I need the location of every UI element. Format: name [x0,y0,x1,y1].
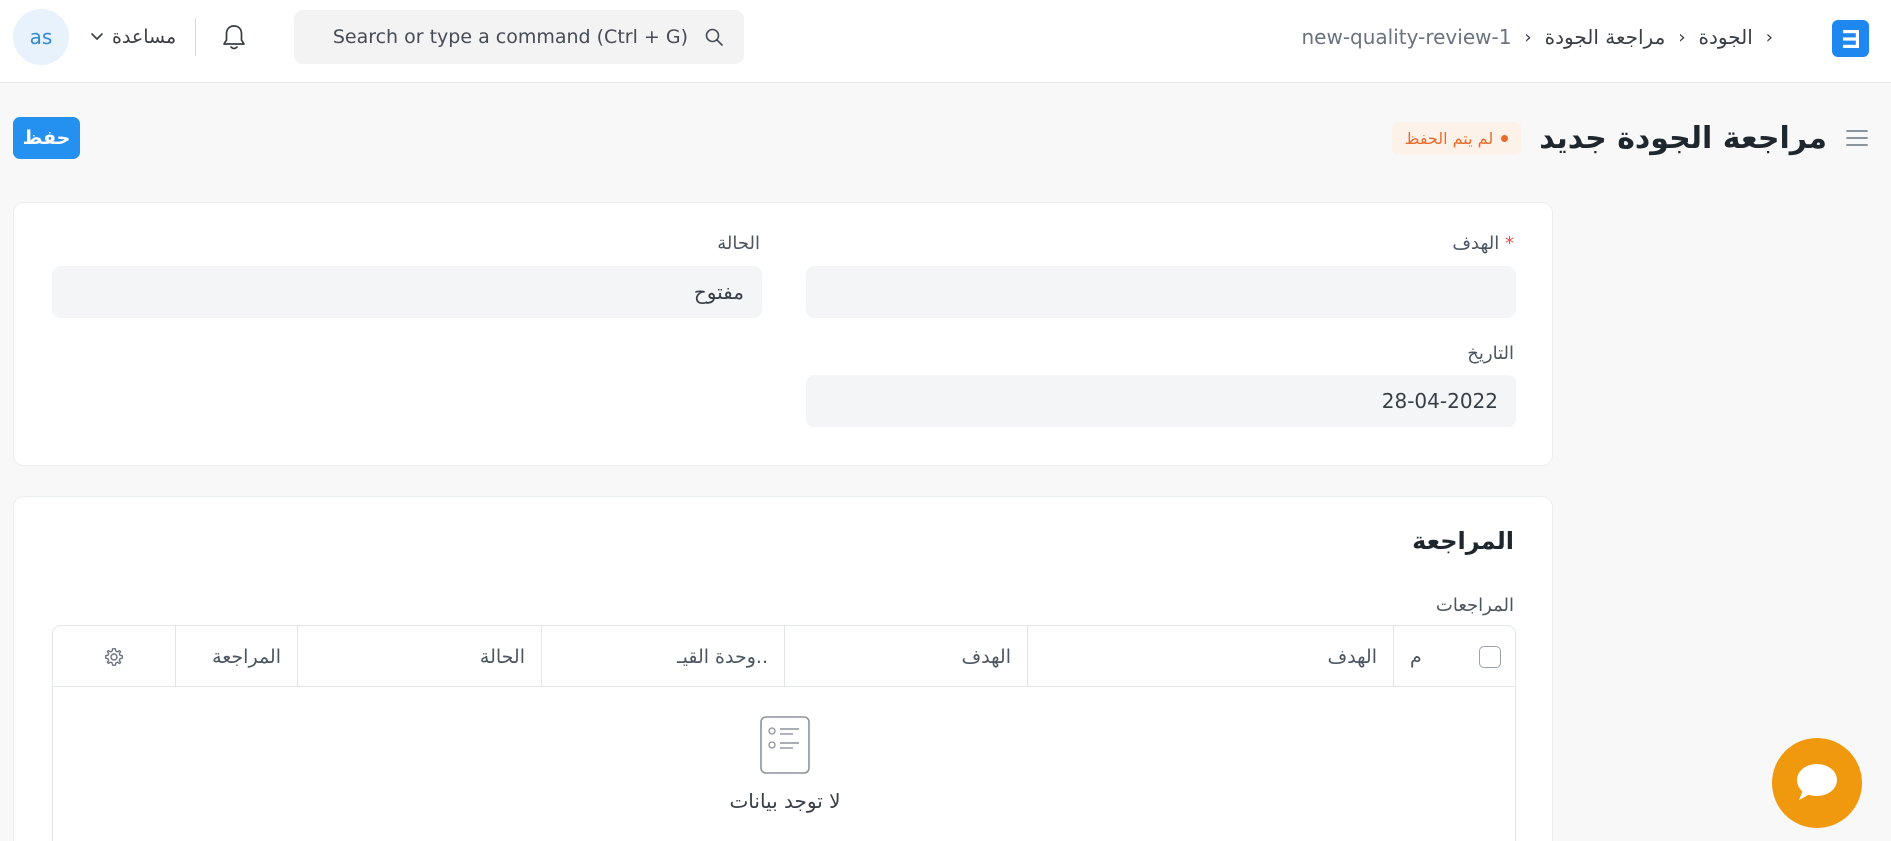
breadcrumb-chevron-icon: › [1678,26,1686,48]
column-header-status[interactable]: الحالة [297,626,541,687]
page-title: مراجعة الجودة جديد [1539,120,1827,156]
date-label: التاريخ [1467,343,1514,364]
status-badge: لم يتم الحفظ [1391,121,1522,155]
column-checkbox-index: م [1393,626,1515,687]
status-field[interactable]: مفتوح [52,266,762,318]
save-button[interactable]: حفظ [13,117,80,159]
column-header-index: م [1410,645,1422,668]
sidebar-toggle-icon[interactable] [1845,128,1869,148]
gear-icon[interactable] [104,647,124,667]
search-bar[interactable]: Search or type a command (Ctrl + G) [294,10,744,64]
reviews-table-label: المراجعات [1435,595,1514,616]
breadcrumb: › الجودة › مراجعة الجودة › new-quality-r… [1302,22,1787,52]
table-header: م الهدف الهدف وحدة القيـ.. الحالة المراج… [53,626,1515,687]
section-title-review: المراجعة [1412,527,1514,555]
column-header-goal-1[interactable]: الهدف [1027,626,1393,687]
search-input[interactable]: Search or type a command (Ctrl + G) [333,26,688,48]
chevron-down-icon [91,33,103,40]
notification-bell-icon[interactable] [220,22,248,52]
user-avatar[interactable]: as [13,9,69,65]
chat-widget-button[interactable] [1772,738,1862,828]
breadcrumb-chevron-icon: › [1765,26,1773,48]
empty-list-icon [760,716,810,774]
goal-label: الهدف * [1452,233,1514,254]
status-badge-text: لم يتم الحفظ [1404,128,1494,148]
empty-state-text: لا توجد بيانات [729,789,841,813]
column-settings [53,626,175,687]
reviews-table: م الهدف الهدف وحدة القيـ.. الحالة المراج… [52,625,1516,841]
navbar: › الجودة › مراجعة الجودة › new-quality-r… [0,0,1891,83]
goal-field[interactable] [806,266,1516,318]
date-field[interactable]: 28-04-2022 [806,375,1516,427]
column-header-goal-2[interactable]: الهدف [784,626,1027,687]
erpnext-logo-icon [1842,29,1859,48]
chat-bubble-icon [1797,764,1837,800]
breadcrumb-chevron-icon: › [1524,26,1532,48]
form-card: الهدف * الحالة مفتوح التاريخ 28-04-2022 [13,202,1553,466]
status-dot-icon [1501,134,1509,142]
required-mark: * [1505,233,1514,254]
column-header-review[interactable]: المراجعة [175,626,297,687]
goal-label-text: الهدف [1452,233,1500,254]
page-head: مراجعة الجودة جديد لم يتم الحفظ [1391,116,1869,160]
search-icon [705,28,723,46]
select-all-checkbox[interactable] [1479,645,1501,668]
column-header-unit[interactable]: وحدة القيـ.. [541,626,784,687]
status-label: الحالة [717,233,760,254]
navbar-divider [195,18,196,56]
help-dropdown[interactable]: مساعدة [90,22,176,52]
reviews-card: المراجعة المراجعات م الهدف الهدف وحدة ال… [13,496,1553,841]
help-label: مساعدة [112,26,177,48]
breadcrumb-item-current[interactable]: new-quality-review-1 [1302,25,1512,49]
empty-state: لا توجد بيانات [53,687,1515,841]
app-logo[interactable] [1832,20,1869,57]
breadcrumb-item-quality-review[interactable]: مراجعة الجودة [1545,25,1666,49]
breadcrumb-item-quality[interactable]: الجودة [1699,25,1753,49]
